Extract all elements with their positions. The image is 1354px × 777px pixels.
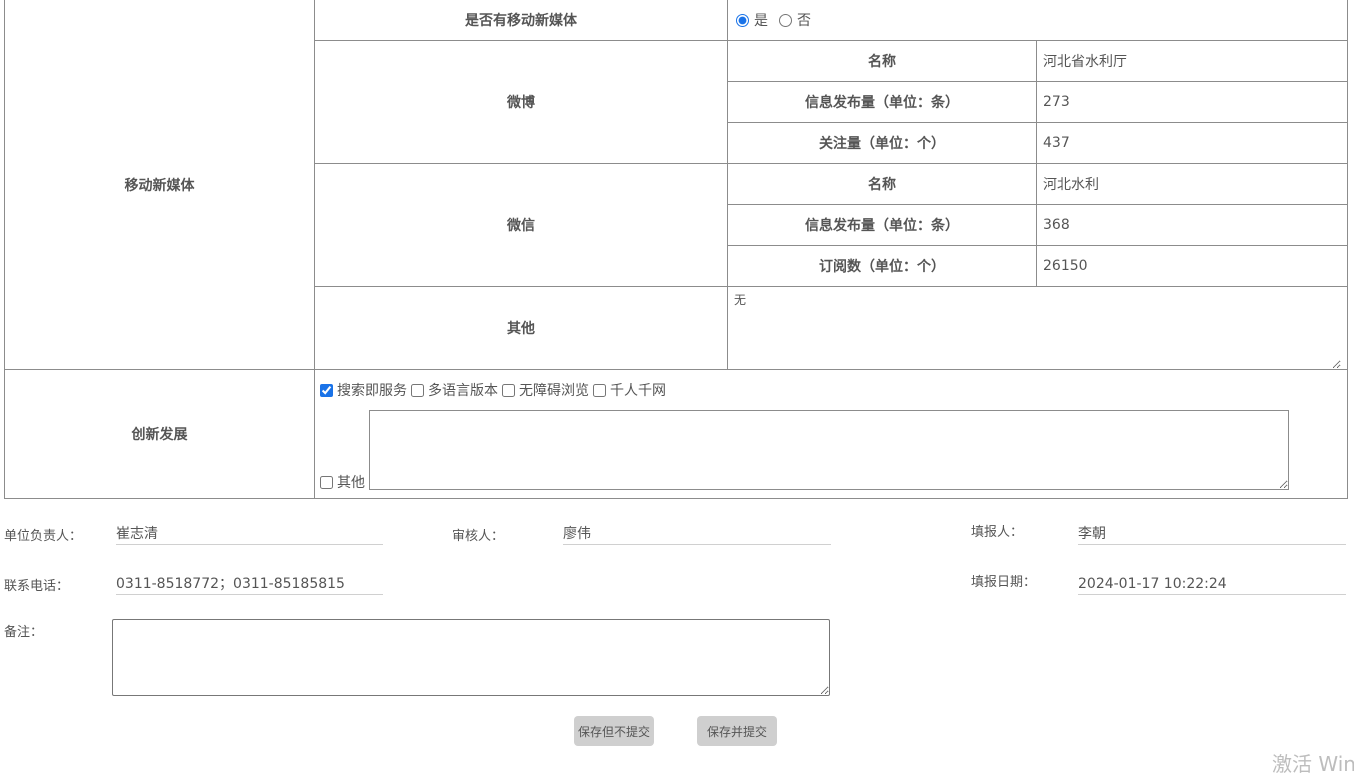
reviewer-field[interactable]: 廖伟 bbox=[563, 523, 831, 545]
save-without-submit-button[interactable]: 保存但不提交 bbox=[574, 716, 654, 746]
checkbox-personalized[interactable] bbox=[593, 383, 606, 397]
save-and-submit-button[interactable]: 保存并提交 bbox=[697, 716, 777, 746]
wechat-name-label: 名称 bbox=[727, 163, 1037, 205]
filler-field[interactable]: 李朝 bbox=[1078, 523, 1346, 545]
phone-label: 联系电话： bbox=[4, 579, 70, 594]
checkbox-other[interactable] bbox=[320, 475, 333, 489]
has-mobile-media-label: 是否有移动新媒体 bbox=[314, 0, 728, 41]
checkbox-multilingual[interactable] bbox=[411, 383, 424, 397]
innovation-label: 创新发展 bbox=[4, 369, 315, 499]
weibo-label: 微博 bbox=[314, 40, 728, 164]
option-multilingual[interactable]: 多语言版本 bbox=[411, 380, 498, 400]
unit-leader-field[interactable]: 崔志清 bbox=[116, 523, 383, 545]
wechat-posts-value[interactable]: 368 bbox=[1036, 204, 1348, 246]
date-field[interactable]: 2024-01-17 10:22:24 bbox=[1078, 573, 1346, 595]
other-media-textarea[interactable]: 无 bbox=[734, 287, 1341, 369]
wechat-subscribers-value[interactable]: 26150 bbox=[1036, 245, 1348, 287]
option-personalized[interactable]: 千人千网 bbox=[593, 380, 666, 400]
wechat-subscribers-label: 订阅数（单位：个） bbox=[727, 245, 1037, 287]
weibo-followers-value[interactable]: 437 bbox=[1036, 122, 1348, 164]
activation-watermark: 激活 Win bbox=[1272, 752, 1354, 776]
innovation-other-textarea[interactable] bbox=[369, 410, 1289, 490]
checkbox-search-service[interactable] bbox=[320, 383, 333, 397]
innovation-checkbox-group: 搜索即服务 多语言版本 无障碍浏览 千人千网 bbox=[320, 370, 1341, 400]
wechat-name-value[interactable]: 河北水利 bbox=[1036, 163, 1348, 205]
wechat-posts-label: 信息发布量（单位：条） bbox=[727, 204, 1037, 246]
remark-textarea[interactable] bbox=[112, 619, 830, 696]
weibo-posts-label: 信息发布量（单位：条） bbox=[727, 81, 1037, 123]
option-search-service[interactable]: 搜索即服务 bbox=[320, 380, 407, 400]
unit-leader-label: 单位负责人： bbox=[4, 529, 83, 544]
phone-field[interactable]: 0311-8518772；0311-85185815 bbox=[116, 573, 383, 595]
radio-no[interactable] bbox=[779, 13, 792, 27]
radio-yes[interactable] bbox=[736, 13, 749, 27]
media-form-table: 移动新媒体 是否有移动新媒体 是 否 微博 名称 河北省水利厅 信息发布量（单位… bbox=[4, 0, 1348, 499]
other-media-cell: 无 bbox=[727, 286, 1348, 370]
innovation-cell: 搜索即服务 多语言版本 无障碍浏览 千人千网 其他 bbox=[314, 369, 1348, 499]
weibo-name-value[interactable]: 河北省水利厅 bbox=[1036, 40, 1348, 82]
reviewer-label: 审核人： bbox=[452, 529, 505, 544]
mobile-media-section-label: 移动新媒体 bbox=[4, 0, 315, 370]
weibo-posts-value[interactable]: 273 bbox=[1036, 81, 1348, 123]
checkbox-accessibility[interactable] bbox=[502, 383, 515, 397]
other-media-label: 其他 bbox=[314, 286, 728, 370]
wechat-label: 微信 bbox=[314, 163, 728, 287]
date-label: 填报日期： bbox=[971, 575, 1037, 590]
has-mobile-media-radio-group: 是 否 bbox=[727, 0, 1348, 41]
filler-label: 填报人： bbox=[971, 525, 1024, 540]
weibo-followers-label: 关注量（单位：个） bbox=[727, 122, 1037, 164]
remark-label: 备注： bbox=[4, 625, 44, 640]
option-other[interactable]: 其他 bbox=[320, 472, 365, 492]
radio-no-label: 否 bbox=[797, 13, 811, 29]
radio-yes-label: 是 bbox=[754, 13, 768, 29]
weibo-name-label: 名称 bbox=[727, 40, 1037, 82]
option-accessibility[interactable]: 无障碍浏览 bbox=[502, 380, 589, 400]
